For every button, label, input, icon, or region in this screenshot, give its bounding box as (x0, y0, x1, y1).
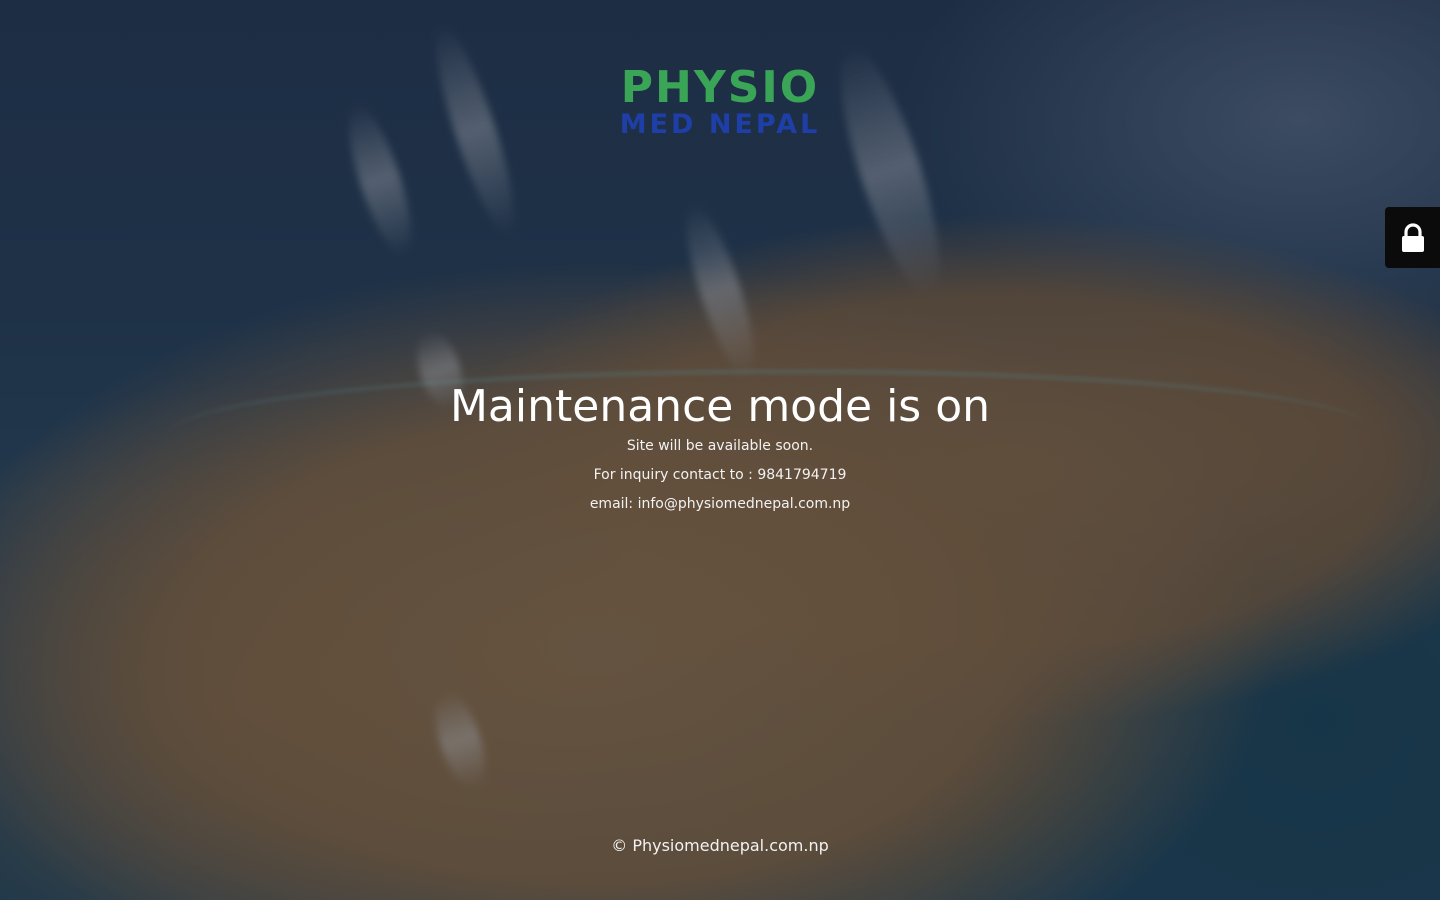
logo-text-med-nepal: MED NEPAL (619, 109, 821, 140)
inquiry-contact-text: For inquiry contact to : 9841794719 (593, 467, 847, 483)
footer-copyright: © Physiomednepal.com.np (611, 836, 829, 855)
maintenance-headline: Maintenance mode is on (449, 381, 991, 432)
availability-text: Site will be available soon. (626, 438, 814, 454)
maintenance-page: PHYSIO MED NEPAL Maintenance mode is on … (0, 0, 1440, 900)
lock-icon (1402, 223, 1424, 252)
site-logo: PHYSIO MED NEPAL (610, 66, 830, 142)
login-button[interactable] (1385, 207, 1440, 268)
email-text: email: info@physiomednepal.com.np (589, 496, 851, 512)
logo-text-physio: PHYSIO (620, 62, 820, 113)
